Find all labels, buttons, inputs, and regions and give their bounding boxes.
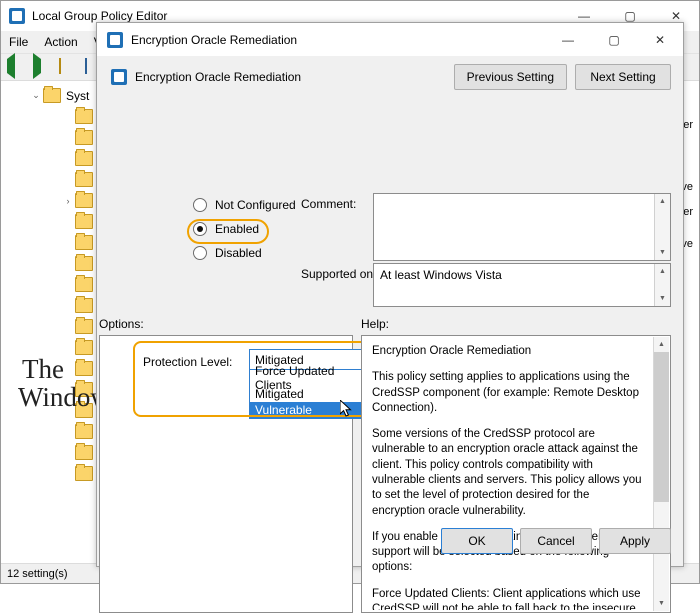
setting-icon: [111, 69, 127, 85]
supported-scrollbar[interactable]: ▲ ▼: [654, 264, 670, 306]
status-text: 12 setting(s): [7, 567, 68, 580]
scroll-down-icon[interactable]: ▼: [655, 291, 670, 306]
up-folder-icon[interactable]: [59, 57, 76, 76]
dialog-window-title: Encryption Oracle Remediation: [131, 32, 298, 47]
apply-button[interactable]: Apply: [599, 528, 671, 554]
scroll-down-icon[interactable]: ▼: [654, 596, 669, 611]
chevron-right-icon[interactable]: ›: [61, 196, 75, 206]
encryption-oracle-remediation-dialog: Encryption Oracle Remediation — ▢ ✕ Encr…: [96, 22, 684, 613]
folder-icon: [75, 107, 93, 124]
supported-on-textbox: At least Windows Vista ▲ ▼: [373, 263, 671, 307]
dialog-title-bar: Encryption Oracle Remediation — ▢ ✕: [97, 23, 683, 57]
setting-name: Encryption Oracle Remediation: [135, 70, 302, 84]
folder-icon: [75, 170, 93, 187]
radio-label: Not Configured: [215, 198, 296, 212]
folder-icon: [43, 86, 61, 103]
folder-icon: [75, 317, 93, 334]
scrollbar-thumb[interactable]: [654, 352, 669, 502]
radio-icon: [193, 246, 207, 260]
folder-icon: [75, 422, 93, 439]
folder-icon: [75, 380, 93, 397]
menu-item-file[interactable]: File: [9, 35, 28, 49]
dialog-header: Encryption Oracle Remediation Previous S…: [97, 57, 683, 97]
dialog-window-controls: — ▢ ✕: [545, 23, 683, 57]
help-paragraph-1: This policy setting applies to applicati…: [372, 371, 639, 414]
enabled-highlight-annotation: [187, 219, 269, 244]
scroll-up-icon[interactable]: ▲: [655, 194, 670, 209]
comment-scrollbar[interactable]: ▲ ▼: [654, 194, 670, 260]
scroll-up-icon[interactable]: ▲: [655, 264, 670, 279]
options-label: Options:: [99, 317, 144, 331]
next-setting-button[interactable]: Next Setting: [575, 64, 671, 90]
supported-on-value: At least Windows Vista: [380, 268, 502, 282]
radio-not-configured[interactable]: Not Configured: [193, 193, 313, 217]
menu-item-action[interactable]: Action: [44, 35, 77, 49]
folder-icon: [75, 443, 93, 460]
help-paragraph-2: Some versions of the CredSSP protocol ar…: [372, 428, 642, 517]
setting-nav-buttons: Previous Setting Next Setting: [453, 64, 671, 90]
forward-icon[interactable]: [33, 52, 50, 79]
supported-on-label: Supported on:: [301, 267, 377, 281]
folder-icon: [75, 149, 93, 166]
comment-label: Comment:: [301, 197, 357, 211]
folder-icon: [75, 401, 93, 418]
tree-node-label: Syst: [66, 88, 90, 103]
radio-label: Disabled: [215, 246, 262, 260]
help-paragraph-4: Force Updated Clients: Client applicatio…: [372, 587, 641, 610]
folder-icon: [75, 212, 93, 229]
previous-setting-button[interactable]: Previous Setting: [453, 64, 567, 90]
scroll-up-icon[interactable]: ▲: [654, 337, 669, 352]
help-label: Help:: [361, 317, 390, 331]
help-panel: Encryption Oracle Remediation This polic…: [361, 335, 671, 613]
folder-icon: [75, 275, 93, 292]
back-icon[interactable]: [7, 52, 24, 79]
radio-disabled[interactable]: Disabled: [193, 241, 313, 265]
help-content: Encryption Oracle Remediation This polic…: [362, 336, 653, 610]
dialog-maximize-button[interactable]: ▢: [591, 23, 637, 57]
folder-icon: [75, 464, 93, 481]
comment-value: [374, 194, 670, 202]
policy-icon: [107, 31, 123, 48]
folder-icon: [75, 233, 93, 250]
dialog-minimize-button[interactable]: —: [545, 23, 591, 57]
scroll-down-icon[interactable]: ▼: [655, 245, 670, 260]
gpe-window-title: Local Group Policy Editor: [32, 9, 168, 23]
help-scrollbar[interactable]: ▲ ▼: [653, 337, 669, 611]
ok-button[interactable]: OK: [441, 528, 513, 554]
folder-icon: [75, 338, 93, 355]
radio-icon: [193, 198, 207, 212]
app-icon: [9, 8, 25, 24]
folder-icon: [75, 296, 93, 313]
cancel-button[interactable]: Cancel: [520, 528, 592, 554]
help-title: Encryption Oracle Remediation: [372, 345, 532, 357]
comment-textbox[interactable]: ▲ ▼: [373, 193, 671, 261]
folder-icon: [75, 359, 93, 376]
folder-icon: [75, 128, 93, 145]
dialog-footer: OK Cancel Apply: [441, 528, 671, 554]
mouse-cursor-icon: [340, 400, 352, 417]
dialog-close-button[interactable]: ✕: [637, 23, 683, 57]
chevron-down-icon[interactable]: ⌄: [29, 90, 43, 101]
folder-icon: [75, 191, 93, 208]
screen: Local Group Policy Editor — ▢ ✕ File Act…: [0, 0, 700, 613]
folder-icon: [75, 254, 93, 271]
